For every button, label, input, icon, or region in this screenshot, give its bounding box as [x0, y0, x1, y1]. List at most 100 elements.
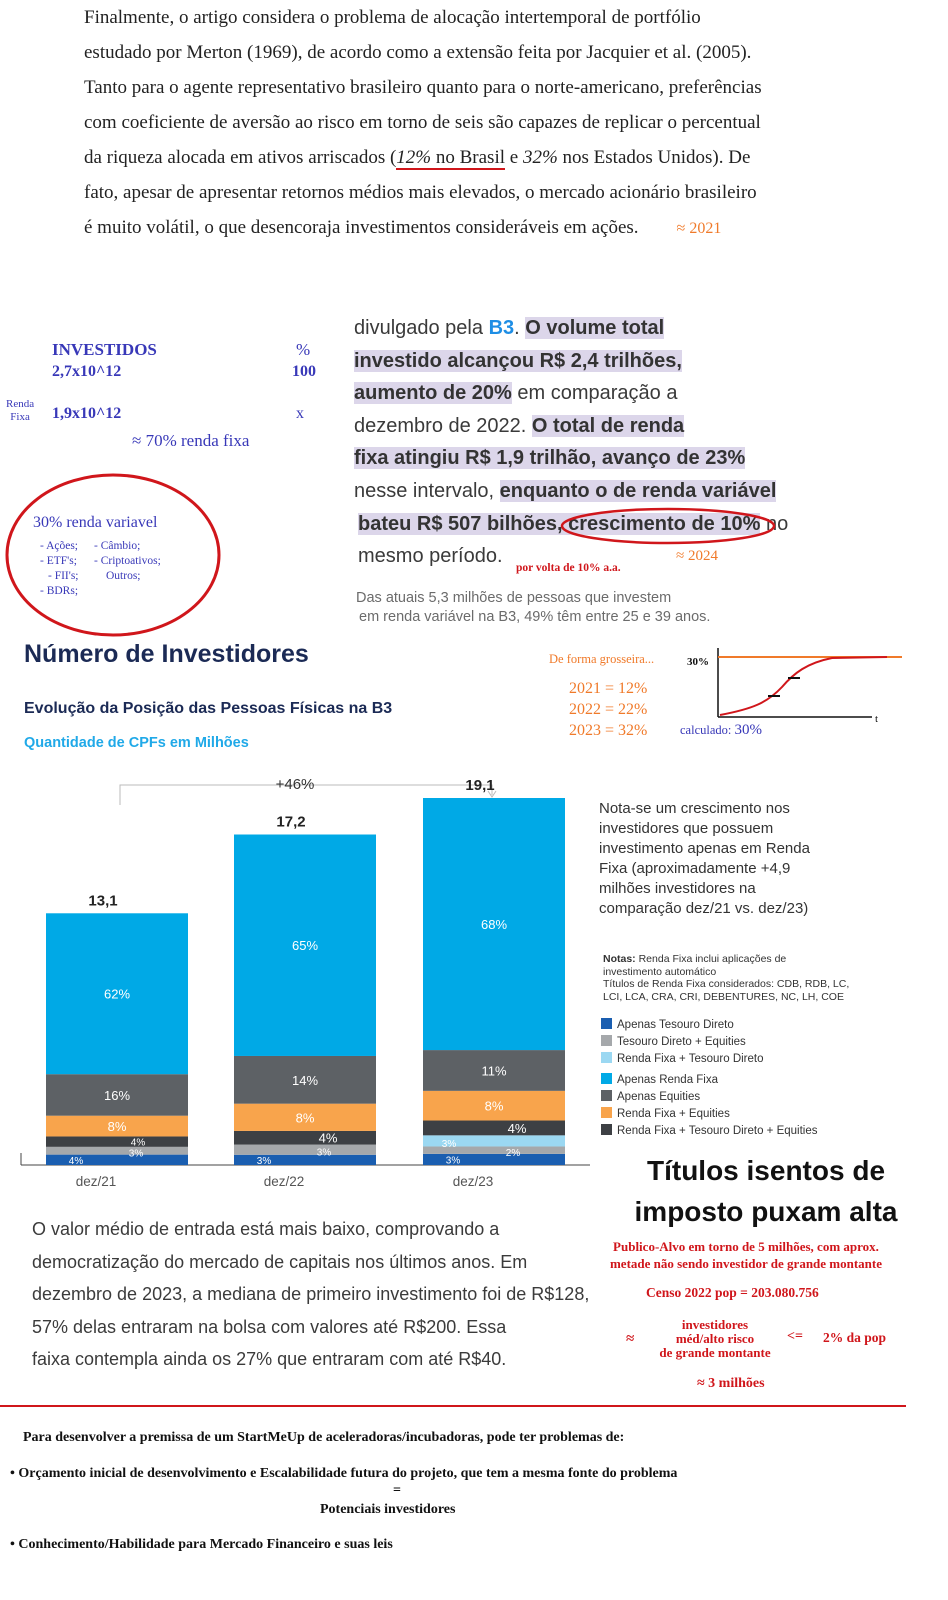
entry-value-paragraph: O valor médio de entrada está mais baixo…	[32, 1213, 589, 1376]
chart-legend: Apenas Tesouro Direto Tesouro Direto + Eq…	[601, 1018, 818, 1141]
pop-pct-note: 2% da pop	[823, 1330, 887, 1345]
legend-item: Renda Fixa + Tesouro Direto + Equities	[601, 1124, 818, 1141]
segment-label: 62%	[104, 987, 130, 1002]
bar-segment	[234, 1154, 376, 1165]
rv-list-left: - Ações; - ETF's; - FII's; - BDRs;	[40, 539, 79, 599]
segment-label: 8%	[296, 1110, 315, 1125]
legend-label: Renda Fixa + Tesouro Direto	[617, 1053, 764, 1065]
total-pct-value: 100	[292, 363, 316, 380]
paper-line: com coeficiente de aversão ao risco em t…	[84, 112, 761, 133]
year-note-2021: ≈ 2021	[676, 220, 722, 237]
lte-symbol: <=	[787, 1329, 803, 1344]
segment-label: 65%	[292, 938, 318, 953]
news-text: nesse intervalo,	[354, 479, 500, 502]
profile-line: méd/alto risco	[675, 1331, 755, 1346]
censo-note: Censo 2022 pop = 203.080.756	[646, 1285, 819, 1300]
investor-age-note: Das atuais 5,3 milhões de pessoas que in…	[356, 589, 710, 627]
paper-line: Tanto para o agente representativo brasi…	[84, 77, 762, 98]
headline-line: Títulos isentos de	[646, 1155, 886, 1186]
renda-variavel-title: 30% renda variavel	[33, 514, 158, 531]
rv-item: - ETF's;	[40, 555, 77, 567]
footer-potential-investors: Potenciais investidores	[320, 1502, 456, 1517]
notes-line: Títulos de Renda Fixa considerados: CDB,…	[603, 978, 850, 990]
segment-label: 14%	[292, 1073, 318, 1088]
news-highlight: O volume total	[525, 317, 665, 339]
bar-segment	[46, 1154, 188, 1165]
bar-segment	[46, 1146, 188, 1155]
footer-intro: Para desenvolver a premissa de um StartM…	[23, 1430, 625, 1445]
brazil-label: no Brasil	[431, 147, 506, 168]
news-highlight: enquanto o de renda variável	[499, 479, 777, 502]
renda-fixa-label: Renda Fixa	[6, 398, 34, 424]
section-title: Número de Investidores	[24, 640, 309, 668]
legend-item: Apenas Tesouro Direto	[601, 1018, 818, 1035]
notes-line: Notas: Renda Fixa inclui aplicações de	[603, 953, 849, 966]
paper-line: estudado por Merton (1969), de acordo co…	[84, 42, 752, 63]
legend-swatch	[601, 1052, 612, 1063]
legend-item: Apenas Equities	[601, 1090, 818, 1107]
brazil-percentage: 12%	[396, 147, 432, 168]
growth-note: por volta de 10% a.a.	[516, 562, 621, 574]
category-label: dez/22	[264, 1174, 305, 1189]
year-note-2024: ≈ 2024	[676, 548, 718, 564]
bullet-text: Conhecimento/Habilidade para Mercado Fin…	[18, 1537, 393, 1552]
news-highlight: investido alcançou R$ 2,4 trilhões,	[354, 349, 682, 372]
bar-total-label: 13,1	[88, 892, 117, 909]
legend-swatch	[601, 1107, 612, 1118]
investors-stacked-bar-chart: +46%4%3%4%8%16%62%13,1dez/213%3%4%8%14%6…	[20, 776, 590, 1189]
paper-line: é muito volátil, o que desencoraja inves…	[84, 210, 814, 246]
notes-line: LCI, LCA, CRA, CRI, DEBENTURES, NC, LH, …	[603, 990, 844, 1003]
side-note-line: investimento apenas em Renda	[599, 840, 810, 857]
bar-segment	[46, 1136, 188, 1147]
chart-side-note: Nota-se um crescimento nos investidores …	[599, 799, 810, 919]
renda-fixa-label-line: Renda	[6, 398, 35, 410]
profile-line: de grande montante	[659, 1345, 771, 1360]
side-note-line: milhões investidores na	[599, 880, 756, 897]
paper-line: da riqueza alocada em ativos arriscados …	[84, 140, 814, 175]
total-invested-value: 2,7x10^12	[52, 363, 122, 380]
rv-item: Outros;	[106, 570, 141, 582]
segment-label: 3%	[317, 1148, 332, 1159]
legend-item: Renda Fixa + Equities	[601, 1107, 818, 1124]
paper-text-fragment: é muito volátil, o que desencoraja inves…	[84, 217, 639, 238]
investor-profile-note: investidores méd/alto risco de grande mo…	[644, 1318, 786, 1360]
section-divider	[0, 1405, 906, 1407]
news-text: em comparação a	[511, 382, 678, 405]
us-percentage: 32%	[522, 147, 558, 168]
legend-item: Apenas Renda Fixa	[601, 1073, 818, 1090]
estimate-2021: 2021 = 12%	[569, 680, 648, 697]
legend-swatch	[601, 1090, 612, 1101]
segment-label: 2%	[506, 1148, 521, 1159]
growth-label: +46%	[276, 776, 315, 793]
segment-label: 8%	[485, 1099, 504, 1114]
investidos-label: INVESTIDOS	[52, 340, 157, 359]
mini-y-label: 30%	[687, 656, 709, 668]
legend-swatch	[601, 1124, 612, 1135]
profile-line: investidores	[681, 1317, 749, 1332]
segment-label: 68%	[481, 917, 507, 932]
rv-item: - Criptoativos;	[94, 555, 161, 567]
segment-label: 16%	[104, 1088, 130, 1103]
side-note-line: investidores que possuem	[599, 820, 774, 837]
brazil-underline: 12% no Brasil	[396, 147, 506, 170]
legend-label: Apenas Renda Fixa	[617, 1074, 719, 1086]
segment-label: 3%	[257, 1156, 272, 1167]
category-label: dez/21	[76, 1174, 117, 1189]
bar-segment	[423, 1120, 565, 1136]
segment-label: 4%	[131, 1138, 146, 1149]
segment-label: 3%	[129, 1149, 144, 1160]
news-highlight: aumento de 20%	[354, 382, 512, 405]
news-text: divulgado pela	[354, 317, 489, 339]
legend-swatch	[601, 1018, 612, 1029]
rv-item: - Ações;	[40, 540, 79, 552]
target-line: metade não sendo investidor de grande mo…	[609, 1256, 883, 1271]
segment-label: 4%	[69, 1156, 84, 1167]
article-line: democratização do mercado de capitais no…	[32, 1251, 528, 1272]
side-note-line: Fixa (aproximadamente +4,9	[599, 860, 791, 877]
bar-segment	[234, 1144, 376, 1155]
bar-total-label: 19,1	[465, 777, 494, 794]
article-line: O valor médio de entrada está mais baixo…	[32, 1219, 500, 1239]
estimate-2022: 2022 = 22%	[569, 701, 648, 718]
chart-notes: Notas: Renda Fixa inclui aplicações de i…	[603, 953, 849, 1003]
target-line: Publico-Alvo em torno de 5 milhões, com …	[613, 1239, 879, 1254]
